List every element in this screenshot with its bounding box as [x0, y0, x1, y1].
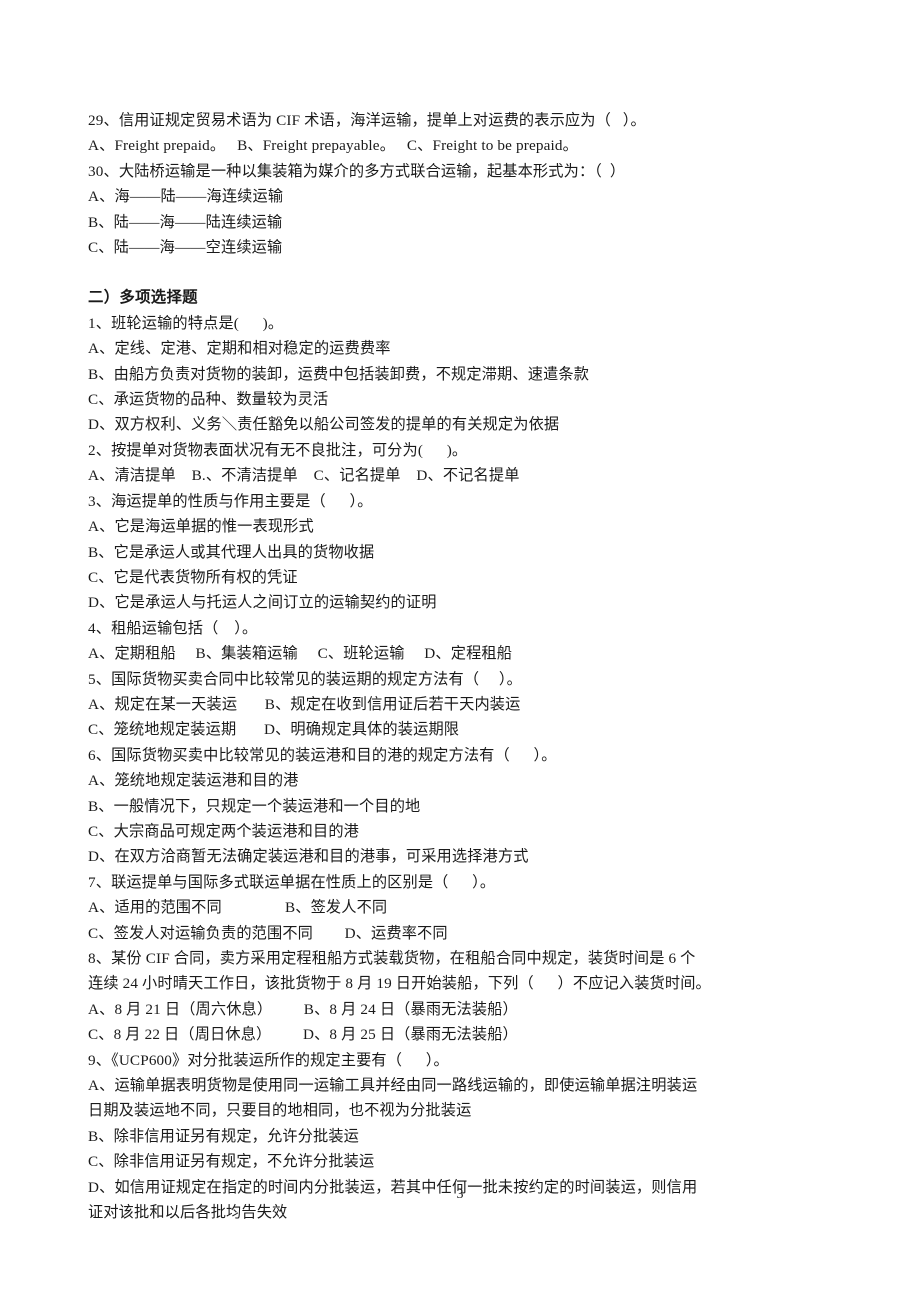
question-30-option-c: C、陆——海——空连续运输	[88, 239, 283, 257]
page-number: 3	[456, 1187, 464, 1202]
mq9-option-a-line1: A、运输单据表明货物是使用同一运输工具并经由同一路线运输的，即使运输单据注明装运	[88, 1077, 698, 1095]
mq5-stem: 5、国际货物买卖合同中比较常见的装运期的规定方法有（ ）。	[88, 670, 522, 688]
section-heading-multiple-choice: 二）多项选择题	[88, 289, 198, 307]
mq1-option-a: A、定线、定港、定期和相对稳定的运费费率	[88, 340, 391, 358]
mq6-option-b: B、一般情况下，只规定一个装运港和一个目的地	[88, 797, 421, 815]
mq8-options-cd: C、8 月 22 日（周日休息） D、8 月 25 日（暴雨无法装船）	[88, 1026, 518, 1044]
question-29-options: A、Freight prepaid。 B、Freight prepayable。…	[88, 137, 578, 155]
question-30-option-a: A、海——陆——海连续运输	[88, 188, 284, 206]
question-29-stem: 29、信用证规定贸易术语为 CIF 术语，海洋运输，提单上对运费的表示应为（ ）…	[88, 112, 646, 129]
mq1-option-d: D、双方权利、义务＼责任豁免以船公司签发的提单的有关规定为依据	[88, 416, 560, 434]
document-page: 29、信用证规定贸易术语为 CIF 术语，海洋运输，提单上对运费的表示应为（ ）…	[0, 0, 920, 1302]
mq3-option-c: C、它是代表货物所有权的凭证	[88, 568, 298, 586]
mq9-stem: 9、《UCP600》对分批装运所作的规定主要有（ ）。	[88, 1051, 449, 1069]
mq1-option-c: C、承运货物的品种、数量较为灵活	[88, 391, 329, 409]
mq8-stem-line1: 8、某份 CIF 合同，卖方采用定程租船方式装载货物，在租船合同中规定，装货时间…	[88, 950, 696, 967]
mq5-options-cd: C、笼统地规定装运期 D、明确规定具体的装运期限	[88, 721, 460, 739]
mq5-options-ab: A、规定在某一天装运 B、规定在收到信用证后若干天内装运	[88, 695, 521, 713]
mq6-option-c: C、大宗商品可规定两个装运港和目的港	[88, 822, 360, 840]
mq2-options: A、清洁提单 B.、不清洁提单 C、记名提单 D、不记名提单	[88, 467, 520, 485]
question-30-option-b: B、陆——海——陆连续运输	[88, 213, 283, 231]
mq7-options-ab: A、适用的范围不同 B、签发人不同	[88, 899, 388, 917]
mq2-stem: 2、按提单对货物表面状况有无不良批注，可分为( )。	[88, 441, 468, 459]
mq6-stem: 6、国际货物买卖中比较常见的装运港和目的港的规定方法有（ ）。	[88, 746, 557, 764]
mq9-option-b: B、除非信用证另有规定，允许分批装运	[88, 1127, 360, 1145]
mq3-option-d: D、它是承运人与托运人之间订立的运输契约的证明	[88, 594, 437, 612]
mq1-stem: 1、班轮运输的特点是( )。	[88, 314, 284, 332]
mq6-option-d: D、在双方洽商暂无法确定装运港和目的港事，可采用选择港方式	[88, 848, 529, 866]
page-body-text: 29、信用证规定贸易术语为 CIF 术语，海洋运输，提单上对运费的表示应为（ ）…	[88, 108, 836, 1225]
mq3-stem: 3、海运提单的性质与作用主要是（ ）。	[88, 492, 373, 510]
mq8-options-ab: A、8 月 21 日（周六休息） B、8 月 24 日（暴雨无法装船）	[88, 1000, 518, 1018]
question-30-stem: 30、大陆桥运输是一种以集装箱为媒介的多方式联合运输，起基本形式为：（ ）	[88, 162, 626, 180]
mq4-options: A、定期租船 B、集装箱运输 C、班轮运输 D、定程租船	[88, 645, 513, 663]
mq7-options-cd: C、签发人对运输负责的范围不同 D、运费率不同	[88, 924, 448, 942]
mq8-stem-line2: 连续 24 小时晴天工作日，该批货物于 8 月 19 日开始装船，下列（ ）不应…	[88, 975, 711, 993]
mq9-option-c: C、除非信用证另有规定，不允许分批装运	[88, 1153, 375, 1171]
mq9-option-a-line2: 日期及装运地不同，只要目的地相同，也不视为分批装运	[88, 1102, 472, 1120]
mq3-option-b: B、它是承运人或其代理人出具的货物收据	[88, 543, 375, 561]
mq1-option-b: B、由船方负责对货物的装卸，运费中包括装卸费，不规定滞期、速遣条款	[88, 365, 590, 383]
mq4-stem: 4、租船运输包括（ ）。	[88, 619, 258, 637]
mq7-stem: 7、联运提单与国际多式联运单据在性质上的区别是（ ）。	[88, 873, 496, 891]
mq3-option-a: A、它是海运单据的惟一表现形式	[88, 518, 314, 536]
mq6-option-a: A、笼统地规定装运港和目的港	[88, 772, 299, 790]
